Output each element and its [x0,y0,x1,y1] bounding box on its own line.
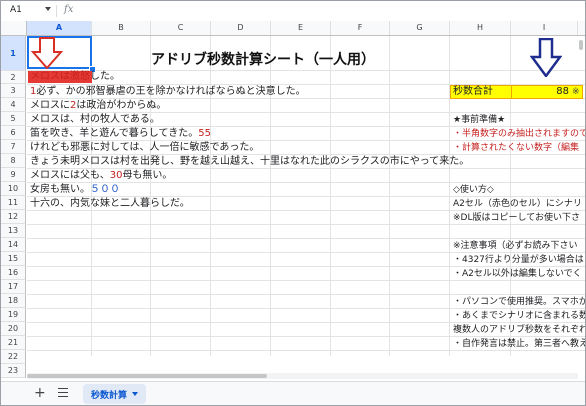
row-header-9[interactable]: 9 [1,168,26,182]
column-header-d[interactable]: D [211,21,271,35]
note-item[interactable]: ・自作発言は禁止。第三者へ教え [453,338,585,350]
cell-text: 母も無い。 [122,170,173,181]
horizontal-scroll-thumb[interactable] [27,374,267,378]
cell-a10[interactable]: 女房も無い。５００ [30,184,120,196]
total-cell-divider [511,85,512,99]
vertical-scrollbar[interactable] [578,36,584,356]
cell-text: は政治がわからぬ。 [76,100,167,111]
chevron-down-icon[interactable] [45,7,51,11]
prep-heading[interactable]: ★事前準備★ [453,114,505,126]
cell-text: メロスには父も、 [30,170,110,181]
column-header-h[interactable]: H [450,21,511,35]
total-label[interactable]: 秒数合計 [453,86,493,98]
usage-heading[interactable]: ◇使い方◇ [453,184,494,196]
cell-text: メロスに [30,100,70,111]
cell-a6[interactable]: 笛を吹き、羊と遊んで暮らしてきた。55 [30,128,211,140]
spreadsheet-window: A1 fx A B C D E F G H I 1 2 3 4 5 6 7 8 … [0,0,586,406]
row-header-21[interactable]: 21 [1,336,26,350]
column-header-c[interactable]: C [151,21,211,35]
row-header-19[interactable]: 19 [1,308,26,322]
row-header-12[interactable]: 12 [1,210,26,224]
add-sheet-icon[interactable]: + [34,385,46,401]
row-header-4[interactable]: 4 [1,98,26,112]
highlighted-text: メロスは激怒 [30,71,90,82]
cell-a2[interactable]: メロスは激怒した。 [30,71,120,83]
cell-a8[interactable]: きょう未明メロスは村を出発し、野を越え山越え、十里はなれた此のシラクスの市にやっ… [30,156,469,168]
row-header-23[interactable]: 23 [1,364,26,378]
column-header-b[interactable]: B [92,21,151,35]
column-headers: A B C D E F G H I [1,21,585,36]
column-header-e[interactable]: E [271,21,331,35]
note-item[interactable]: ・4327行より分量が多い場合は [453,254,584,266]
note-item[interactable]: 複数人のアドリブ秒数をそれぞれ [453,324,585,336]
usage-item[interactable]: A2セル（赤色のセル）にシナリ [453,198,582,210]
cell-a5[interactable]: メロスは、村の牧人である。 [30,114,160,126]
usage-item[interactable]: ※DL版はコピーしてお使い下さ [453,212,580,224]
total-value[interactable]: 88 [513,86,569,98]
select-all-corner[interactable] [1,21,27,36]
cell-a9[interactable]: メロスには父も、30母も無い。 [30,170,172,182]
cell-a11[interactable]: 十六の、内気な妹と二人暮らしだ。 [30,198,190,210]
cell-a3[interactable]: 1必ず、かの邪智暴虐の王を除かなければならぬと決意した。 [30,86,306,98]
cell-text: 笛を吹き、羊と遊んで暮らしてきた。 [30,128,199,139]
cell-a7[interactable]: けれども邪悪に対しては、人一倍に敏感であった。 [30,142,259,154]
fx-icon: fx [64,4,74,15]
column-header-a[interactable]: A [27,21,92,35]
row-header-17[interactable]: 17 [1,280,26,294]
notes-heading[interactable]: ※注意事項（必ずお読み下さい [453,240,578,252]
row-header-8[interactable]: 8 [1,154,26,168]
row-header-1[interactable]: 1 [1,36,26,71]
row-header-5[interactable]: 5 [1,112,26,126]
name-box[interactable]: A1 [10,5,22,15]
all-sheets-menu-icon[interactable] [58,388,68,400]
sheet-title: アドリブ秒数計算シート（一人用） [151,52,375,68]
row-header-11[interactable]: 11 [1,196,26,210]
note-item[interactable]: ・A2セル以外は編集しないでく [453,268,582,280]
number-text: 30 [109,170,123,181]
arrow-down-navy-icon [530,38,562,77]
sheet-tab-active[interactable]: 秒数計算 [83,384,147,404]
row-header-22[interactable]: 22 [1,350,26,364]
formula-bar-divider [56,5,57,17]
horizontal-scrollbar[interactable] [27,373,578,379]
cell-a4[interactable]: メロスに2は政治がわからぬ。 [30,100,166,112]
row-header-10[interactable]: 10 [1,182,26,196]
column-header-g[interactable]: G [390,21,450,35]
number-text: ５００ [90,184,120,195]
arrow-down-red-icon [31,37,63,69]
row-header-14[interactable]: 14 [1,238,26,252]
row-header-18[interactable]: 18 [1,294,26,308]
row-header-2[interactable]: 2 [1,71,26,84]
sheet-tab-bar: + 秒数計算 [1,381,585,405]
column-header-f[interactable]: F [331,21,390,35]
vertical-scroll-thumb[interactable] [579,40,583,50]
prep-item[interactable]: ・半角数字のみ抽出されますので [453,128,585,140]
formula-bar: A1 fx [1,1,585,22]
cell-text: 必ず、かの邪智暴虐の王を除かなければならぬと決意した。 [36,86,306,97]
row-header-15[interactable]: 15 [1,252,26,266]
row-header-13[interactable]: 13 [1,224,26,238]
cell-grid[interactable] [27,36,585,356]
row-header-6[interactable]: 6 [1,126,26,140]
note-item[interactable]: ・あくまでシナリオに含まれる数字 [453,310,585,322]
note-item[interactable]: ・パソコンで使用推奨。スマホから [453,296,585,308]
prep-item[interactable]: ・計算されたくない数字（編集 [453,142,579,154]
row-header-3[interactable]: 3 [1,84,26,98]
column-header-i[interactable]: I [511,21,578,35]
row-header-16[interactable]: 16 [1,266,26,280]
chevron-down-icon[interactable] [132,392,139,396]
cell-text: 女房も無い。 [30,184,90,195]
sheet-tab-label: 秒数計算 [91,390,128,401]
number-text: 55 [198,128,211,139]
row-header-7[interactable]: 7 [1,140,26,154]
row-header-20[interactable]: 20 [1,322,26,336]
cell-text: した。 [90,71,120,82]
